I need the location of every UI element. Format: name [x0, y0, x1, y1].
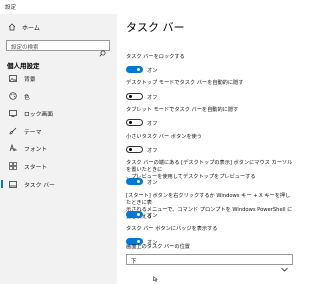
sidebar-item-label: 色: [24, 94, 30, 101]
select-value: 下: [131, 259, 137, 265]
taskbar-position-select[interactable]: 下: [126, 254, 293, 272]
setting-label-autohide-tablet: タブレット モードでタスク バーを自動的に隠す: [126, 107, 239, 113]
palette-icon: [8, 92, 18, 100]
sidebar-item-fonts[interactable]: フォント: [0, 142, 117, 154]
toggle-autohide-desktop[interactable]: [126, 93, 143, 100]
sidebar-item-background[interactable]: 背景: [0, 72, 117, 84]
toggle-state: オフ: [147, 121, 158, 127]
sidebar-item-label: テーマ: [24, 129, 42, 136]
section-title: 個人用設定: [7, 62, 40, 70]
toggle-powershell[interactable]: [126, 211, 143, 218]
mouse-cursor-icon: [153, 275, 158, 284]
sidebar-item-label: スタート: [24, 164, 48, 171]
search-icon[interactable]: [99, 42, 106, 61]
sidebar-item-label: 背景: [24, 76, 36, 83]
toggle-state: オン: [147, 68, 158, 74]
setting-label-peek: タスク バーの端にある [デスクトップの表示] ボタンにマウス カーソルを置いた…: [126, 160, 294, 181]
font-icon: [8, 144, 18, 152]
sidebar-item-taskbar[interactable]: タスク バー: [0, 178, 117, 190]
sidebar-item-label: フォント: [24, 146, 48, 153]
setting-label-lock-taskbar: タスク バーをロックする: [126, 54, 185, 60]
main-content: タスク バー タスク バーをロックする オン デスクトップ モードでタスク バー…: [117, 14, 300, 284]
sidebar-item-label: タスク バー: [24, 182, 55, 189]
page-title: タスク バー: [126, 21, 185, 34]
title-bar: 設定: [0, 0, 300, 14]
setting-label-autohide-desktop: デスクトップ モードでタスク バーを自動的に隠す: [126, 80, 244, 86]
home-label: ホーム: [22, 24, 40, 32]
window-title: 設定: [5, 5, 17, 11]
sidebar-item-colors[interactable]: 色: [0, 90, 117, 102]
sidebar-item-lock-screen[interactable]: ロック画面: [0, 107, 117, 119]
setting-label-line: [スタート] ボタンを右クリックするか Windows キー + X キーを押し…: [126, 193, 291, 206]
toggle-small-buttons[interactable]: [126, 146, 143, 153]
chevron-down-icon: [281, 257, 288, 276]
sidebar-item-start[interactable]: スタート: [0, 160, 117, 172]
search-placeholder: 設定の検索: [11, 45, 39, 51]
setting-label-line: タスク バーの端にある [デスクトップの表示] ボタンにマウス カーソルを置いた…: [126, 160, 293, 173]
brush-icon: [8, 127, 18, 135]
toggle-state: オン: [147, 213, 158, 219]
home-link[interactable]: ホーム: [7, 22, 40, 32]
image-icon: [8, 74, 18, 82]
setting-label-badges: タスク バー ボタンにバッジを表示する: [126, 226, 218, 232]
sidebar: ホーム 設定の検索 個人用設定 背景 色 ロック画面 テーマ フォント スタート…: [0, 14, 117, 284]
toggle-peek[interactable]: [126, 178, 143, 185]
sidebar-item-themes[interactable]: テーマ: [0, 125, 117, 137]
start-icon: [8, 162, 18, 170]
search-input[interactable]: 設定の検索: [6, 40, 110, 57]
home-icon: [7, 23, 17, 31]
toggle-lock-taskbar[interactable]: [126, 66, 143, 73]
toggle-autohide-tablet[interactable]: [126, 119, 143, 126]
toggle-state: オン: [147, 180, 158, 186]
sidebar-item-label: ロック画面: [24, 111, 53, 118]
setting-label-small-buttons: 小さいタスク バー ボタンを使う: [126, 134, 202, 140]
lock-screen-icon: [8, 109, 18, 117]
taskbar-icon: [8, 180, 18, 188]
position-label: 画面上のタスク バーの位置: [126, 244, 190, 250]
toggle-state: オフ: [147, 148, 158, 154]
toggle-state: オフ: [147, 95, 158, 101]
